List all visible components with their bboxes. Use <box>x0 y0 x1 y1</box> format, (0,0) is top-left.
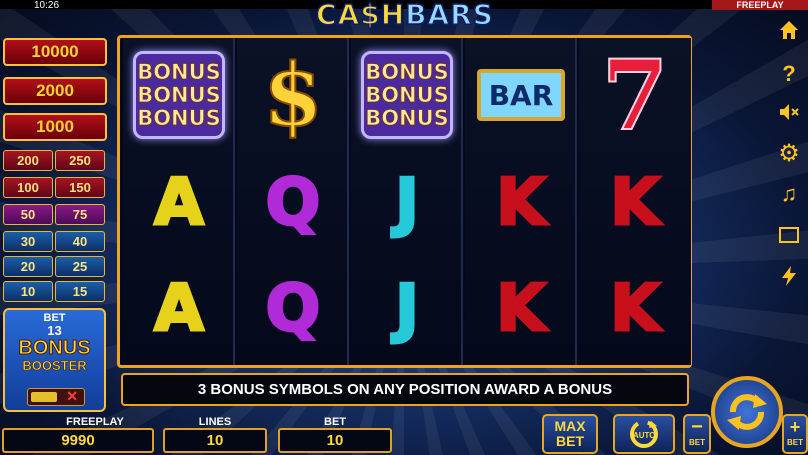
auto-label: AUTO <box>633 431 656 440</box>
paytable-prize-1: 10000 <box>3 38 107 66</box>
seven-symbol: 7 <box>601 38 670 153</box>
symbol-k: K <box>609 165 662 242</box>
lines-value[interactable]: 10 <box>163 428 267 453</box>
logo-cash: CA$H <box>315 0 406 31</box>
sound-off-icon[interactable] <box>776 99 802 125</box>
reel-cell: BONUS BONUS BONUS <box>123 42 235 148</box>
reels-area: BONUS BONUS BONUS A A $ Q Q BONUS BONUS BONU… <box>117 35 692 368</box>
reel-cell: J <box>351 150 463 256</box>
freeplay-balance: 9990 <box>2 428 154 453</box>
reel-4: BAR K K <box>465 38 577 365</box>
paytable-prize-2: 2000 <box>3 77 107 105</box>
plus-bet-label: BET <box>787 438 803 447</box>
help-icon[interactable]: ? <box>776 61 802 87</box>
bar-symbol: BAR <box>477 69 565 121</box>
symbol-k: K <box>495 165 548 242</box>
bet-value[interactable]: 10 <box>278 428 392 453</box>
reel-cell: K <box>579 150 691 256</box>
symbol-a: A <box>153 271 206 348</box>
clock: 10:26 <box>34 0 60 11</box>
paytable-line: 25 <box>55 256 105 277</box>
paytable-line: 30 <box>3 231 53 252</box>
bet-plus-button[interactable]: + BET <box>782 414 808 454</box>
logo-bars: BARS <box>404 0 494 31</box>
paytable-line: 15 <box>55 281 105 302</box>
booster-bet-value: 13 <box>47 323 62 338</box>
symbol-q: Q <box>264 271 321 348</box>
dollar-symbol: $ <box>262 44 324 147</box>
bonus-symbol: BONUS BONUS BONUS <box>133 51 225 139</box>
spin-icon <box>727 394 767 430</box>
paytable-line: 10 <box>3 281 53 302</box>
max-bet-label-1: MAX <box>554 418 586 434</box>
paytable-line: 250 <box>55 150 105 171</box>
paytable-line: 150 <box>55 177 105 198</box>
music-icon[interactable]: ♫ <box>776 181 802 207</box>
reel-2: $ Q Q <box>237 38 349 365</box>
toggle-knob <box>31 392 57 402</box>
reel-5: 7 K K <box>579 38 691 365</box>
reel-cell: K <box>465 256 577 362</box>
paytable-line: 50 <box>3 204 53 225</box>
symbol-k: K <box>495 271 548 348</box>
max-bet-label-2: BET <box>556 433 584 449</box>
reel-cell: J <box>351 256 463 362</box>
bonus-symbol: BONUS BONUS BONUS <box>361 51 453 139</box>
paytable-line: 75 <box>55 204 105 225</box>
reel-cell: K <box>465 150 577 256</box>
reel-cell: Q <box>237 256 349 362</box>
paytable-line: 40 <box>55 231 105 252</box>
paytable-line: 100 <box>3 177 53 198</box>
reel-cell: A <box>123 150 235 256</box>
booster-title-2: BOOSTER <box>22 358 87 373</box>
symbol-q: Q <box>264 165 321 242</box>
reel-cell: A <box>123 256 235 362</box>
symbol-a: A <box>153 165 206 242</box>
info-message: 3 BONUS SYMBOLS ON ANY POSITION AWARD A … <box>121 373 689 406</box>
symbol-j: J <box>394 271 421 348</box>
paytable-prize-3: 1000 <box>3 113 107 141</box>
booster-toggle[interactable]: ✕ <box>27 388 85 406</box>
freeplay-label: FREEPLAY <box>66 416 124 428</box>
symbol-k: K <box>609 271 662 348</box>
lines-label: LINES <box>198 416 232 428</box>
fullscreen-icon[interactable] <box>776 222 802 248</box>
spin-button[interactable] <box>711 376 783 448</box>
reel-cell: K <box>579 256 691 362</box>
reel-cell: BONUS BONUS BONUS <box>351 42 463 148</box>
bet-minus-button[interactable]: − BET <box>683 414 711 454</box>
freeplay-badge: FREEPLAY <box>712 0 808 10</box>
plus-icon: + <box>789 417 801 437</box>
reel-1: BONUS BONUS BONUS A A <box>123 38 235 365</box>
reel-cell: BAR <box>465 42 577 148</box>
home-icon[interactable] <box>776 17 802 43</box>
reel-cell: $ <box>237 42 349 148</box>
reel-cell: Q <box>237 150 349 256</box>
max-bet-button[interactable]: MAX BET <box>542 414 598 454</box>
autoplay-button[interactable]: AUTO <box>613 414 675 454</box>
bonus-booster-panel[interactable]: BET 13 BONUS BOOSTER ✕ <box>3 308 106 412</box>
toggle-off-icon: ✕ <box>66 388 78 404</box>
settings-icon[interactable]: ⚙ <box>776 140 802 167</box>
paytable-line: 200 <box>3 150 53 171</box>
symbol-j: J <box>394 165 421 242</box>
paytable-line: 20 <box>3 256 53 277</box>
game-logo: CA$HBARS <box>260 0 550 31</box>
bet-label: BET <box>324 416 346 428</box>
minus-icon: − <box>691 416 703 438</box>
reel-3: BONUS BONUS BONUS J J <box>351 38 463 365</box>
turbo-icon[interactable] <box>776 263 802 289</box>
minus-bet-label: BET <box>689 438 705 447</box>
booster-title-1: BONUS <box>18 337 91 360</box>
reel-cell: 7 <box>579 38 691 153</box>
